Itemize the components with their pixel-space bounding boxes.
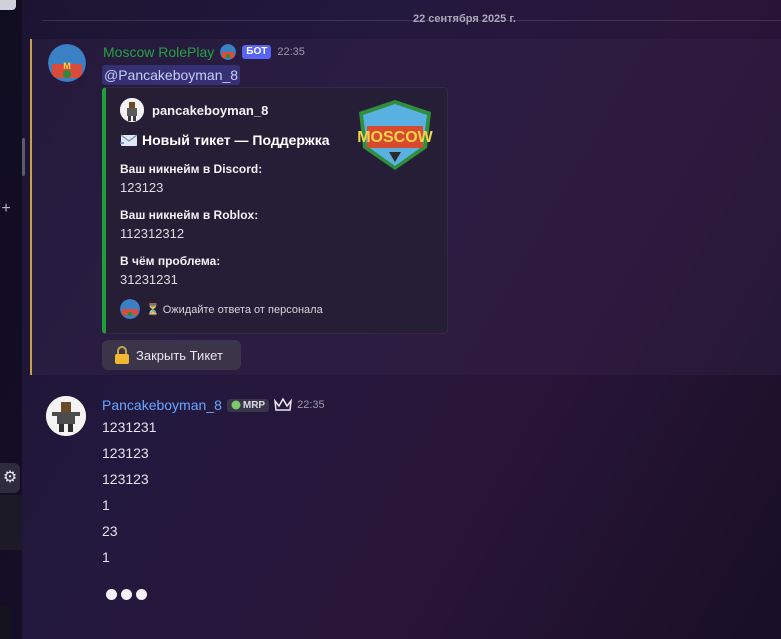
close-ticket-label: Закрыть Тикет — [136, 347, 223, 363]
bot-tag: БОТ — [242, 45, 272, 59]
scrollbar[interactable] — [22, 138, 25, 176]
embed-field-discord: Ваш никнейм в Discord: 123123 — [120, 162, 262, 195]
message-line: 23 — [102, 523, 118, 539]
server-tag-label: MRP — [242, 399, 266, 411]
leaf-icon — [231, 400, 241, 410]
rail-panel-bottom — [0, 605, 10, 639]
user-message-content: 1231231 123123 123123 1 23 1 — [102, 419, 157, 575]
message-line: 1 — [102, 549, 110, 565]
ticket-embed: pancakeboyman_8 Новый тикет — Поддержка … — [102, 87, 448, 334]
embed-author: pancakeboyman_8 — [120, 98, 268, 122]
incoming-envelope-icon — [120, 133, 138, 147]
message-line: 123123 — [102, 445, 149, 461]
field-value: 123123 — [120, 180, 164, 195]
field-name: Ваш никнейм в Discord: — [120, 162, 263, 176]
bot-avatar[interactable]: M — [48, 44, 86, 82]
message-line: 123123 — [102, 471, 149, 487]
user-mention[interactable]: @Pancakeboyman_8 — [102, 65, 241, 85]
field-name: В чём проблема: — [120, 254, 221, 268]
server-emblem-icon — [220, 44, 237, 60]
svg-text:MOSCOW: MOSCOW — [357, 129, 433, 146]
date-divider-label: 22 сентября 2025 г. — [413, 13, 516, 25]
embed-author-avatar[interactable] — [120, 98, 144, 122]
typing-indicator — [106, 589, 147, 600]
message-line: 1231231 — [102, 419, 157, 435]
typing-dot — [136, 589, 147, 600]
field-value: 112312312 — [120, 226, 185, 241]
gear-icon[interactable]: ⚙ — [0, 463, 20, 493]
footer-emblem-icon — [120, 299, 140, 319]
embed-author-name[interactable]: pancakeboyman_8 — [152, 103, 268, 118]
embed-field-roblox: Ваш никнейм в Roblox: 112312312 — [120, 208, 258, 241]
embed-field-problem: В чём проблема: 31231231 — [120, 254, 220, 287]
add-icon[interactable]: + — [0, 200, 12, 218]
user-author-line: Pancakeboyman_8 MRP 22:35 — [102, 397, 325, 413]
field-name: Ваш никнейм в Roblox: — [120, 208, 259, 222]
rail-panel — [0, 495, 22, 550]
embed-footer: ⏳ Ожидайте ответа от персонала — [120, 299, 323, 319]
bot-author-line: Moscow RolePlay БОТ 22:35 — [103, 44, 305, 60]
typing-dot — [106, 589, 117, 600]
user-author-name[interactable]: Pancakeboyman_8 — [102, 397, 222, 413]
embed-footer-text: ⏳ Ожидайте ответа от персонала — [146, 303, 323, 316]
settings-icon-top[interactable] — [0, 0, 16, 10]
crown-icon — [274, 397, 293, 412]
embed-title-text: Новый тикет — Поддержка — [142, 132, 330, 148]
server-tag[interactable]: MRP — [226, 398, 270, 412]
embed-thumbnail-logo[interactable]: MOSCOW — [353, 96, 437, 174]
close-ticket-button[interactable]: Закрыть Тикет — [102, 340, 241, 370]
typing-dot — [121, 589, 132, 600]
bot-timestamp[interactable]: 22:35 — [277, 46, 305, 58]
user-avatar[interactable] — [46, 396, 86, 436]
field-value: 31231231 — [120, 272, 178, 287]
lock-icon — [114, 346, 130, 364]
bot-author-name[interactable]: Moscow RolePlay — [103, 44, 214, 60]
embed-title: Новый тикет — Поддержка — [120, 132, 330, 148]
user-timestamp[interactable]: 22:35 — [297, 399, 325, 411]
message-line: 1 — [102, 497, 110, 513]
svg-text:M: M — [63, 61, 71, 71]
